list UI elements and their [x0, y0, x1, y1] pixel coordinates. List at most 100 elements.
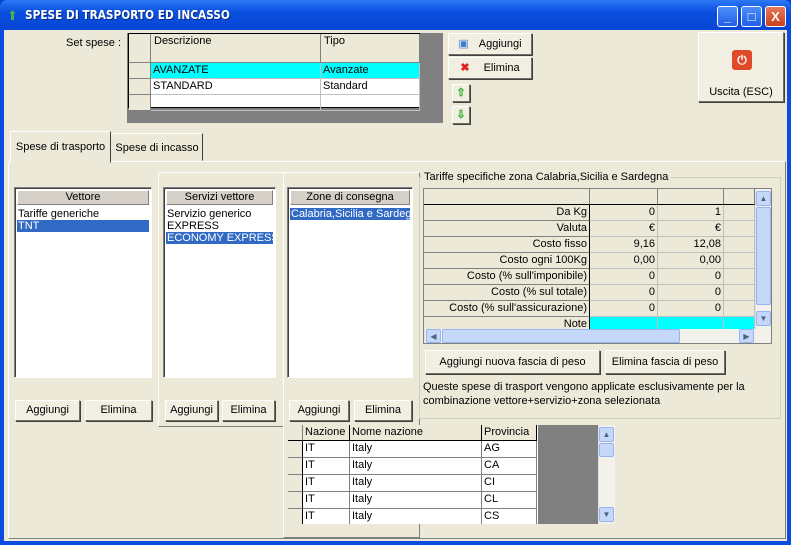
row-indicator[interactable]: [129, 95, 151, 111]
tariffe-cell[interactable]: [724, 285, 755, 301]
maximize-button[interactable]: □: [741, 6, 762, 27]
tariffe-cell[interactable]: 0,00: [658, 253, 724, 269]
nazioni-cell[interactable]: IT: [303, 441, 350, 458]
set-row-tipo[interactable]: Standard: [321, 79, 420, 95]
tariffe-cell[interactable]: 12,08: [658, 237, 724, 253]
nazioni-cell[interactable]: Italy: [350, 458, 482, 475]
delete-weight-band-button[interactable]: Elimina fascia di peso: [605, 350, 725, 374]
nazioni-col-header[interactable]: Provincia: [482, 425, 537, 441]
tariffe-cell[interactable]: €: [590, 221, 658, 237]
row-indicator[interactable]: [288, 509, 303, 524]
nazioni-cell[interactable]: Italy: [350, 475, 482, 492]
servizi-add-button[interactable]: Aggiungi: [165, 400, 218, 421]
servizi-list-item[interactable]: Servizio generico: [166, 208, 273, 220]
set-row-descrizione[interactable]: [151, 95, 321, 111]
tariffe-cell[interactable]: 0: [658, 301, 724, 317]
delete-set-label: Elimina: [483, 62, 520, 74]
minimize-button[interactable]: _: [717, 6, 738, 27]
servizi-delete-button[interactable]: Elimina: [222, 400, 275, 421]
set-row-descrizione[interactable]: AVANZATE: [151, 63, 321, 79]
grid-corner: [129, 34, 151, 63]
tariffe-cell[interactable]: 0: [590, 269, 658, 285]
servizi-list-item[interactable]: ECONOMY EXPRESS: [166, 232, 273, 244]
zone-delete-button[interactable]: Elimina: [354, 400, 412, 421]
nazioni-cell[interactable]: AG: [482, 441, 537, 458]
tariffe-cell[interactable]: 0: [590, 205, 658, 221]
nazioni-col-header[interactable]: Nome nazione: [350, 425, 482, 441]
zone-list-item[interactable]: Calabria,Sicilia e Sardegna: [290, 208, 410, 220]
scroll-thumb[interactable]: [756, 207, 771, 305]
tariffe-cell[interactable]: €: [658, 221, 724, 237]
vettore-list-item[interactable]: Tariffe generiche: [17, 208, 149, 220]
scroll-left-button[interactable]: ◀: [426, 329, 441, 343]
move-down-button[interactable]: ⇩: [452, 106, 470, 124]
servizi-list-item[interactable]: EXPRESS: [166, 220, 273, 232]
vettore-delete-button[interactable]: Elimina: [85, 400, 152, 421]
nazioni-cell[interactable]: Italy: [350, 492, 482, 509]
nazioni-cell[interactable]: IT: [303, 492, 350, 509]
vettore-list[interactable]: Vettore Tariffe generiche TNT: [14, 187, 152, 378]
row-indicator[interactable]: [129, 63, 151, 79]
nazioni-cell[interactable]: Italy: [350, 441, 482, 458]
horizontal-scrollbar[interactable]: ◀ ▶: [424, 329, 771, 343]
tariffe-cell[interactable]: [724, 237, 755, 253]
tab-spese-incasso[interactable]: Spese di incasso: [111, 133, 203, 161]
tariffe-cell[interactable]: 0: [658, 269, 724, 285]
nazioni-cell[interactable]: Italy: [350, 509, 482, 524]
scroll-right-button[interactable]: ▶: [739, 329, 754, 343]
tariffe-cell[interactable]: [724, 269, 755, 285]
tariffe-cell[interactable]: 0,00: [590, 253, 658, 269]
nazioni-cell[interactable]: CS: [482, 509, 537, 524]
row-indicator[interactable]: [288, 475, 303, 492]
tab-spese-trasporto[interactable]: Spese di trasporto: [10, 131, 111, 163]
nazioni-cell[interactable]: CI: [482, 475, 537, 492]
exit-button[interactable]: ⏻ Uscita (ESC): [698, 32, 784, 102]
nazioni-cell[interactable]: CL: [482, 492, 537, 509]
set-row-tipo[interactable]: [321, 95, 420, 111]
nazioni-cell[interactable]: IT: [303, 475, 350, 492]
set-row-descrizione[interactable]: STANDARD: [151, 79, 321, 95]
set-row-tipo[interactable]: Avanzate: [321, 63, 420, 79]
row-indicator[interactable]: [288, 458, 303, 475]
zone-list[interactable]: Zone di consegna Calabria,Sicilia e Sarde…: [287, 187, 413, 378]
scroll-thumb[interactable]: [599, 443, 614, 457]
scroll-down-button[interactable]: ▼: [756, 311, 771, 326]
delete-x-icon: ✖: [460, 62, 470, 74]
delete-set-button[interactable]: ✖ Elimina: [448, 57, 532, 79]
close-button[interactable]: X: [765, 6, 786, 27]
tariffe-cell[interactable]: [724, 301, 755, 317]
add-set-button[interactable]: ▣ Aggiungi: [448, 33, 532, 55]
col-header-descrizione[interactable]: Descrizione: [151, 34, 321, 63]
nazioni-col-header[interactable]: Nazione: [303, 425, 350, 441]
row-indicator[interactable]: [288, 492, 303, 509]
scroll-up-button[interactable]: ▲: [756, 191, 771, 206]
vertical-scrollbar[interactable]: ▲ ▼: [598, 425, 615, 524]
exit-label: Uscita (ESC): [709, 86, 773, 98]
vettore-add-button[interactable]: Aggiungi: [15, 400, 80, 421]
tariffe-cell[interactable]: 1: [658, 205, 724, 221]
scroll-down-button[interactable]: ▼: [599, 507, 614, 522]
tariffe-cell[interactable]: 0: [590, 301, 658, 317]
tariffe-cell[interactable]: [724, 205, 755, 221]
row-indicator[interactable]: [129, 79, 151, 95]
row-indicator[interactable]: [288, 441, 303, 458]
scroll-up-button[interactable]: ▲: [599, 427, 614, 442]
col-header-tipo[interactable]: Tipo: [321, 34, 420, 63]
zone-add-button[interactable]: Aggiungi: [289, 400, 349, 421]
tariffe-cell[interactable]: 9,16: [590, 237, 658, 253]
move-up-button[interactable]: ⇧: [452, 84, 470, 102]
tariffe-cell[interactable]: 0: [590, 285, 658, 301]
scroll-thumb-horizontal[interactable]: [442, 329, 680, 343]
tariffe-cell[interactable]: [724, 253, 755, 269]
tariffe-cell[interactable]: [724, 221, 755, 237]
tariffe-cell[interactable]: 0: [658, 285, 724, 301]
nazioni-cell[interactable]: CA: [482, 458, 537, 475]
servizi-list[interactable]: Servizi vettore Servizio generico EXPRESS E…: [163, 187, 276, 378]
vettore-list-item[interactable]: TNT: [17, 220, 149, 232]
nazioni-cell[interactable]: IT: [303, 509, 350, 524]
tariffe-row-label: Da Kg: [424, 205, 590, 221]
nazioni-cell[interactable]: IT: [303, 458, 350, 475]
add-weight-band-button[interactable]: Aggiungi nuova fascia di peso: [425, 350, 600, 374]
tariffe-col-header: [658, 189, 724, 205]
vertical-scrollbar[interactable]: ▲ ▼: [755, 189, 771, 329]
